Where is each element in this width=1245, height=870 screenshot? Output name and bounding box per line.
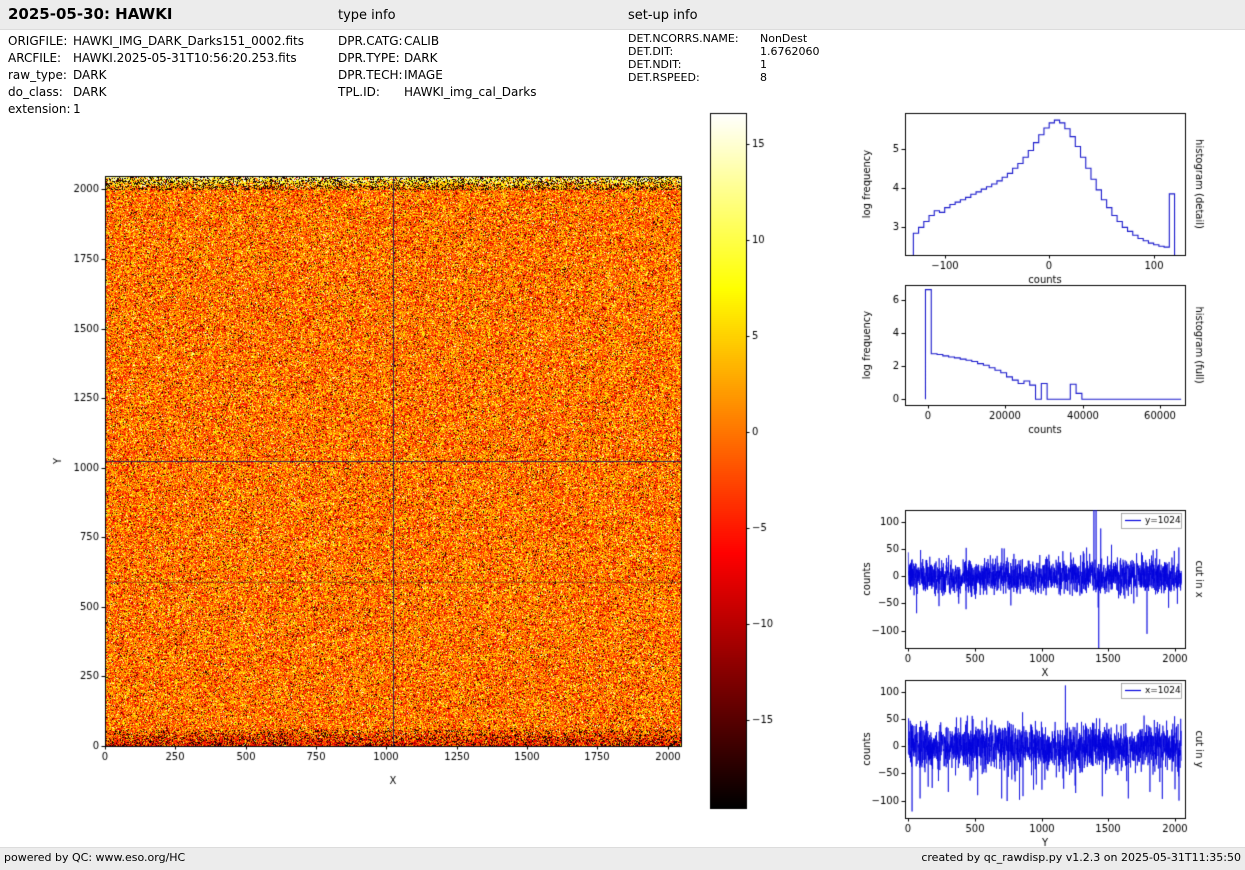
colorbar-canvas <box>700 105 785 820</box>
setup-info-list: DET.NCORRS.NAME: NonDest DET.DIT: 1.676206… <box>628 32 820 84</box>
meta-value: HAWKI_img_cal_Darks <box>404 85 537 99</box>
meta-label: DET.NDIT: <box>628 58 682 71</box>
qc-report-page: { "header": { "title": "2025-05-30: HAWK… <box>0 0 1245 870</box>
meta-value: HAWKI.2025-05-31T10:56:20.253.fits <box>73 51 297 65</box>
meta-label: do_class: <box>8 85 63 99</box>
meta-value: 1.6762060 <box>760 45 820 58</box>
type-info-heading: type info <box>338 8 396 23</box>
meta-value: HAWKI_IMG_DARK_Darks151_0002.fits <box>73 34 304 48</box>
meta-row: DPR.TECH:IMAGE <box>338 67 537 84</box>
header-bar <box>0 0 1245 30</box>
meta-row: DPR.TYPE: DARK <box>338 50 537 67</box>
meta-row: DET.DIT: 1.6762060 <box>628 45 820 58</box>
meta-row: raw_type: DARK <box>8 67 304 84</box>
meta-value: DARK <box>404 51 438 65</box>
meta-value: DARK <box>73 85 107 99</box>
type-info-list: DPR.CATG:CALIB DPR.TYPE: DARK DPR.TECH:IM… <box>338 33 537 101</box>
histogram-full-canvas <box>835 272 1245 452</box>
meta-value: 8 <box>760 71 767 84</box>
meta-row: TPL.ID: HAWKI_img_cal_Darks <box>338 84 537 101</box>
histogram-detail-canvas <box>835 100 1245 285</box>
meta-row: ORIGFILE: HAWKI_IMG_DARK_Darks151_0002.fi… <box>8 33 304 50</box>
meta-label: TPL.ID: <box>338 85 380 99</box>
meta-label: ORIGFILE: <box>8 34 68 48</box>
meta-row: DET.RSPEED: 8 <box>628 71 820 84</box>
meta-row: DET.NCORRS.NAME: NonDest <box>628 32 820 45</box>
setup-info-heading: set-up info <box>628 8 698 23</box>
meta-value: DARK <box>73 68 107 82</box>
meta-value: 1 <box>760 58 767 71</box>
footer-right-text: created by qc_rawdisp.py v1.2.3 on 2025-… <box>921 851 1241 864</box>
meta-row: ARCFILE: HAWKI.2025-05-31T10:56:20.253.fi… <box>8 50 304 67</box>
meta-label: DPR.TECH: <box>338 68 403 82</box>
meta-value: NonDest <box>760 32 808 45</box>
cut-in-x-canvas <box>835 498 1245 678</box>
meta-value: CALIB <box>404 34 440 48</box>
meta-label: ARCFILE: <box>8 51 62 65</box>
meta-value: IMAGE <box>404 68 443 82</box>
meta-label: raw_type: <box>8 68 67 82</box>
meta-row: DPR.CATG:CALIB <box>338 33 537 50</box>
cut-in-y-canvas <box>835 667 1245 847</box>
meta-label: DET.NCORRS.NAME: <box>628 32 739 45</box>
page-title: 2025-05-30: HAWKI <box>8 5 173 23</box>
meta-row: do_class: DARK <box>8 84 304 101</box>
footer-left-text: powered by QC: www.eso.org/HC <box>4 851 186 864</box>
dark-frame-heatmap-canvas <box>20 105 700 805</box>
meta-label: DPR.CATG: <box>338 34 403 48</box>
meta-label: DPR.TYPE: <box>338 51 400 65</box>
meta-label: DET.RSPEED: <box>628 71 700 84</box>
meta-label: DET.DIT: <box>628 45 674 58</box>
meta-row: DET.NDIT: 1 <box>628 58 820 71</box>
